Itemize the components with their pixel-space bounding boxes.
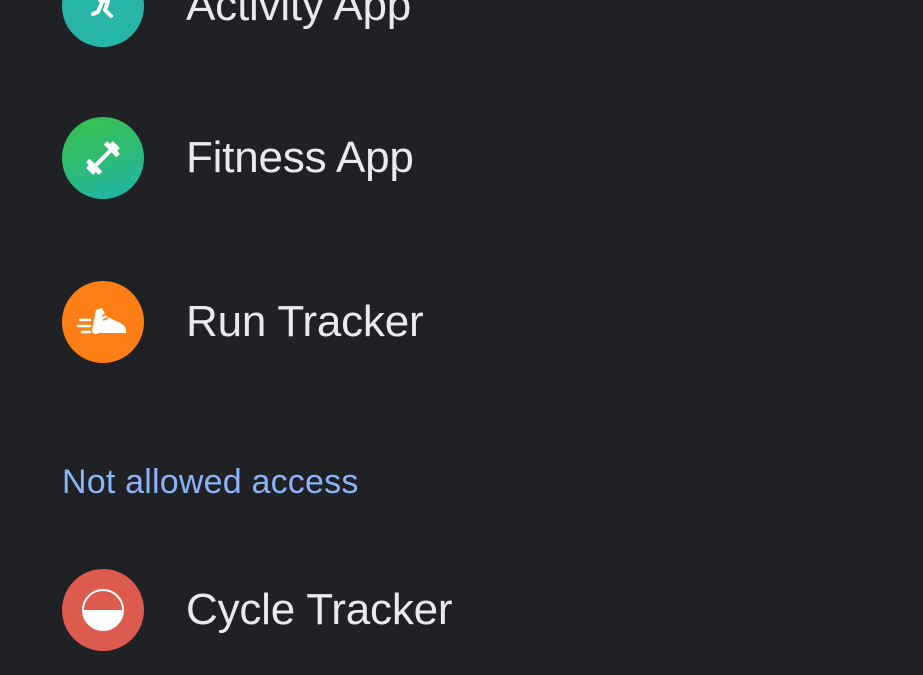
- app-label-fitness-app: Fitness App: [186, 133, 414, 182]
- app-label-activity-app: Activity App: [186, 0, 412, 30]
- app-row-activity-app[interactable]: Activity App: [0, 0, 923, 66]
- section-header-not-allowed: Not allowed access: [62, 463, 359, 501]
- fitness-app-icon: [62, 117, 144, 199]
- run-tracker-icon: [62, 281, 144, 363]
- activity-app-icon: [62, 0, 144, 47]
- app-row-run-tracker[interactable]: Run Tracker: [0, 262, 923, 382]
- app-label-run-tracker: Run Tracker: [186, 297, 424, 346]
- app-row-cycle-tracker[interactable]: Cycle Tracker: [0, 550, 923, 670]
- running-shoe-icon: [76, 308, 126, 335]
- cycle-tracker-icon: [62, 569, 144, 651]
- app-row-fitness-app[interactable]: Fitness App: [0, 98, 923, 218]
- dumbbell-icon: [86, 141, 120, 175]
- app-label-cycle-tracker: Cycle Tracker: [186, 585, 453, 634]
- running-figure-icon: [91, 0, 113, 18]
- half-circle-icon: [82, 589, 124, 631]
